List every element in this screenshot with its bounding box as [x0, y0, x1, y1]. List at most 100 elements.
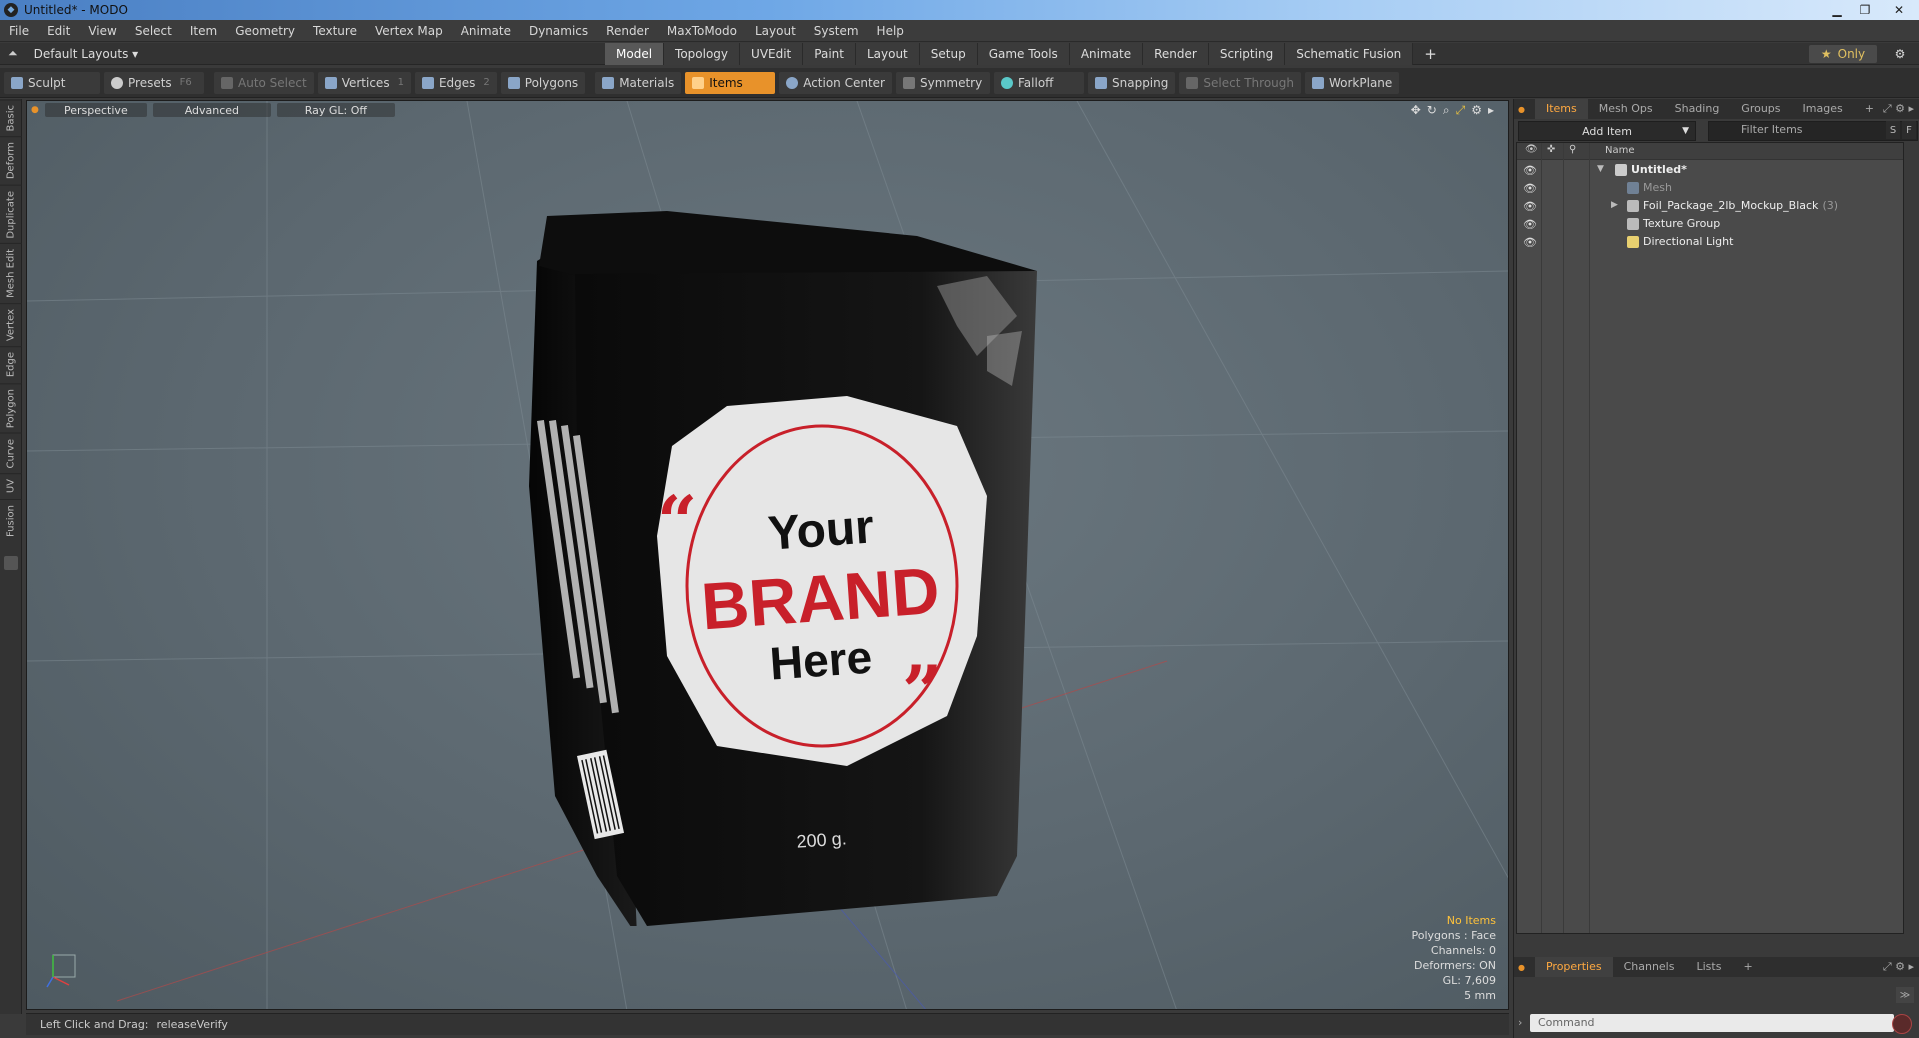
tab-edge[interactable]: Edge [0, 346, 22, 383]
menu-file[interactable]: File [0, 20, 38, 42]
expand-triangle-icon[interactable]: ▶ [1611, 200, 1621, 210]
tab-vertex[interactable]: Vertex [0, 303, 22, 347]
menu-maxtomodo[interactable]: MaxToModo [658, 20, 746, 42]
menu-render[interactable]: Render [597, 20, 658, 42]
tab-polygon[interactable]: Polygon [0, 382, 22, 433]
f-button[interactable]: F [1902, 121, 1916, 139]
only-toggle-button[interactable]: ★ Only [1809, 45, 1877, 63]
menu-layout[interactable]: Layout [746, 20, 805, 42]
tab-uvedit[interactable]: UVEdit [740, 43, 804, 65]
menu-edit[interactable]: Edit [38, 20, 79, 42]
record-button[interactable] [1892, 1014, 1912, 1034]
add-panel-tab-plus-icon[interactable]: + [1732, 957, 1763, 977]
layout-collapse-icon[interactable]: ⏶ [0, 46, 26, 61]
eye-icon[interactable]: 👁 [1523, 235, 1537, 249]
auto-select-button[interactable]: Auto Select [214, 71, 314, 94]
rotate-icon[interactable]: ↻ [1427, 103, 1437, 118]
expand-properties-button[interactable]: ≫ [1896, 987, 1914, 1003]
close-icon[interactable]: ✕ [1879, 0, 1919, 20]
menu-vertex-map[interactable]: Vertex Map [366, 20, 452, 42]
menu-animate[interactable]: Animate [452, 20, 520, 42]
tab-images[interactable]: Images [1792, 99, 1854, 119]
tab-setup[interactable]: Setup [919, 43, 978, 65]
symmetry-button[interactable]: Symmetry [896, 71, 990, 94]
viewport-gear-icon[interactable]: ⚙ [1471, 103, 1482, 118]
gear-icon[interactable]: ⚙ [1891, 45, 1909, 63]
tab-properties[interactable]: Properties [1534, 957, 1613, 977]
sculpt-button[interactable]: Sculpt [4, 71, 100, 94]
tab-game-tools[interactable]: Game Tools [977, 43, 1070, 65]
select-through-button[interactable]: Select Through [1179, 71, 1301, 94]
tab-paint[interactable]: Paint [803, 43, 856, 65]
tab-channels[interactable]: Channels [1613, 957, 1686, 977]
tab-model[interactable]: Model [605, 43, 665, 65]
menu-item[interactable]: Item [181, 20, 226, 42]
pan-icon[interactable]: ✥ [1411, 103, 1421, 118]
expand-triangle-icon[interactable]: ▼ [1597, 164, 1607, 174]
restore-icon[interactable]: ❐ [1851, 0, 1879, 20]
eye-icon[interactable]: 👁 [1523, 163, 1537, 177]
tab-curve[interactable]: Curve [0, 432, 22, 474]
add-item-button[interactable]: Add Item ▼ [1518, 121, 1696, 141]
tab-duplicate[interactable]: Duplicate [0, 184, 22, 244]
tab-items[interactable]: Items [1534, 99, 1588, 119]
add-panel-tab-plus-icon[interactable]: + [1854, 99, 1885, 119]
item-row-directional-light[interactable]: 👁 Directional Light [1517, 233, 1903, 251]
tab-animate[interactable]: Animate [1069, 43, 1144, 65]
polygons-button[interactable]: Polygons [500, 71, 586, 94]
eye-icon[interactable]: 👁 [1523, 199, 1537, 213]
name-column-header[interactable]: Name [1605, 145, 1635, 156]
tab-topology[interactable]: Topology [664, 43, 741, 65]
tab-deform[interactable]: Deform [0, 136, 22, 185]
viewport-expand-icon[interactable]: ▸ [1488, 103, 1494, 118]
raygl-button[interactable]: Ray GL: Off [276, 103, 395, 117]
foil-package-model[interactable]: “ ” Your BRAND Here 200 g. [517, 156, 1057, 926]
minimize-icon[interactable]: ▁ [1823, 0, 1851, 20]
snapping-button[interactable]: Snapping [1088, 71, 1176, 94]
add-tab-plus-icon[interactable]: + [1413, 43, 1448, 65]
presets-button[interactable]: Presets F6 [104, 71, 204, 94]
menu-geometry[interactable]: Geometry [226, 20, 304, 42]
edges-button[interactable]: Edges 2 [414, 71, 497, 94]
view-type-button[interactable]: Perspective [44, 103, 147, 117]
workplane-button[interactable]: WorkPlane [1304, 71, 1400, 94]
tab-mesh-ops[interactable]: Mesh Ops [1588, 99, 1664, 119]
tab-basic[interactable]: Basic [0, 99, 22, 137]
lock-column-icon[interactable]: ✜ [1547, 144, 1555, 155]
panel-options-icon[interactable]: ⤢ ⚙ ▸ [1883, 102, 1914, 116]
eye-icon[interactable]: 👁 [1523, 181, 1537, 195]
tab-schematic-fusion[interactable]: Schematic Fusion [1285, 43, 1414, 65]
action-center-button[interactable]: Action Center [779, 71, 892, 94]
tab-render[interactable]: Render [1143, 43, 1209, 65]
s-button[interactable]: S [1886, 121, 1900, 139]
layout-dropdown[interactable]: Default Layouts ▾ [26, 47, 147, 61]
items-button[interactable]: Items [685, 71, 776, 94]
tab-mesh-edit[interactable]: Mesh Edit [0, 243, 22, 304]
item-row-texture-group[interactable]: 👁 Texture Group [1517, 215, 1903, 233]
item-row-foil-package[interactable]: 👁 ▶ Foil_Package_2lb_Mockup_Black (3) [1517, 197, 1903, 215]
tab-layout[interactable]: Layout [855, 43, 920, 65]
tab-scripting[interactable]: Scripting [1208, 43, 1286, 65]
viewport-menu-icon[interactable]: ● [31, 105, 39, 115]
menu-help[interactable]: Help [868, 20, 913, 42]
panel-menu-icon[interactable]: ● [1518, 963, 1525, 972]
falloff-button[interactable]: Falloff [994, 71, 1084, 94]
3d-viewport[interactable]: ● Perspective Advanced Ray GL: Off ✥ ↻ ⌕… [26, 100, 1509, 1010]
tab-lists[interactable]: Lists [1685, 957, 1732, 977]
panel-menu-icon[interactable]: ● [1518, 105, 1525, 114]
item-row-scene[interactable]: 👁 ▼ Untitled* [1517, 161, 1903, 179]
zoom-icon[interactable]: ⌕ [1443, 103, 1450, 118]
tab-uv[interactable]: UV [0, 473, 22, 499]
menu-select[interactable]: Select [126, 20, 181, 42]
tab-fusion[interactable]: Fusion [0, 498, 22, 542]
sort-column-icon[interactable]: ⚲ [1569, 144, 1576, 155]
left-panel-toggle-button[interactable] [3, 555, 18, 570]
menu-system[interactable]: System [805, 20, 868, 42]
command-input[interactable]: Command [1530, 1014, 1894, 1032]
shading-mode-button[interactable]: Advanced [152, 103, 271, 117]
materials-button[interactable]: Materials [595, 71, 682, 94]
eye-icon[interactable]: 👁 [1523, 217, 1537, 231]
tab-shading[interactable]: Shading [1664, 99, 1731, 119]
visibility-column-eye-icon[interactable]: 👁 [1525, 144, 1538, 155]
maximize-icon[interactable]: ⤢ [1456, 103, 1466, 118]
